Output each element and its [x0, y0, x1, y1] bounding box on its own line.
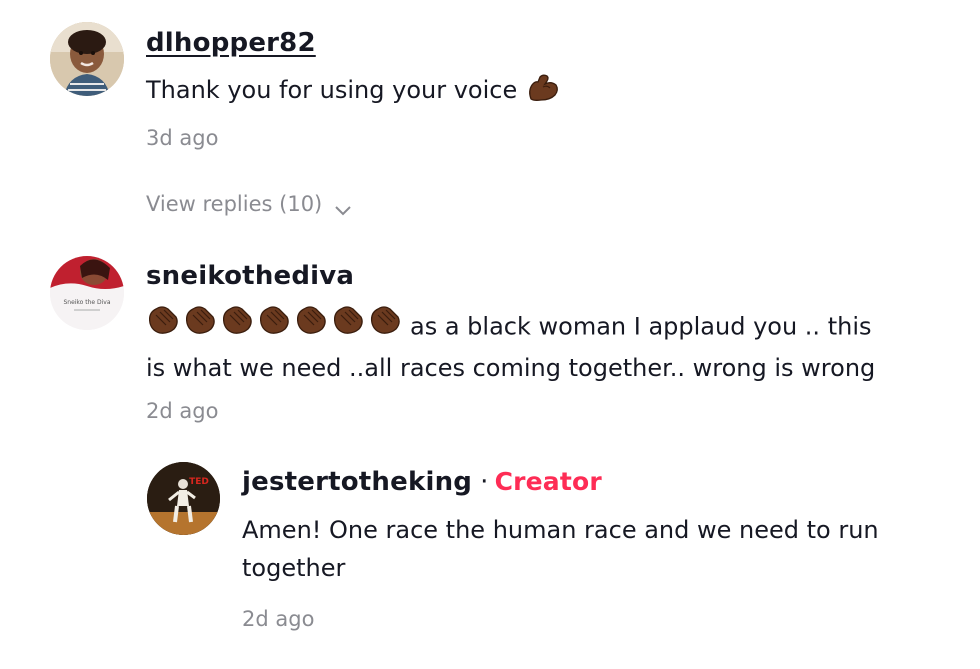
comment-body-line2: is what we need ..all races coming toget… — [146, 354, 876, 382]
comment-body: Thank you for using your voice — [146, 76, 518, 104]
comment-username[interactable]: dlhopper82 — [146, 28, 316, 58]
flexed-biceps-icon — [525, 73, 561, 103]
clapping-hands-icon — [294, 303, 328, 346]
creator-badge: Creator — [494, 467, 602, 496]
avatar-caption: TED — [189, 477, 209, 487]
avatar-image — [50, 22, 124, 96]
avatar-image: TED — [147, 462, 220, 535]
reply-username: jestertotheking · Creator — [242, 467, 602, 497]
avatar-image: Sneiko the Diva — [50, 256, 124, 330]
reply-username-link[interactable]: jestertotheking — [242, 467, 472, 497]
view-replies-label: View replies (10) — [146, 192, 323, 216]
comment-timestamp: 2d ago — [146, 399, 219, 423]
reply-timestamp: 2d ago — [242, 607, 315, 631]
clapping-hands-icon — [220, 303, 254, 346]
reply-body-line1: Amen! One race the human race and we nee… — [242, 516, 879, 544]
comment-text: Thank you for using your voice — [146, 71, 561, 109]
comment-username[interactable]: sneikothediva — [146, 261, 354, 291]
reply-body-line2: together — [242, 554, 346, 582]
avatar[interactable]: TED — [147, 462, 220, 535]
clapping-hands-icon — [146, 303, 180, 346]
separator-dot: · — [480, 467, 489, 497]
comment-text: as a black woman I applaud you .. this i… — [146, 306, 875, 387]
avatar-caption: Sneiko the Diva — [63, 299, 110, 306]
clapping-hands-icon — [368, 303, 402, 346]
comment-timestamp: 3d ago — [146, 126, 219, 150]
clapping-hands-emoji-row — [146, 303, 402, 346]
clapping-hands-icon — [257, 303, 291, 346]
reply-text: Amen! One race the human race and we nee… — [242, 511, 879, 587]
avatar[interactable]: Sneiko the Diva — [50, 256, 124, 330]
avatar[interactable] — [50, 22, 124, 96]
view-replies-button[interactable]: View replies (10) — [146, 192, 352, 216]
clapping-hands-icon — [331, 303, 365, 346]
comment-body-line1: as a black woman I applaud you .. this — [410, 312, 872, 341]
chevron-down-icon — [334, 198, 352, 216]
clapping-hands-icon — [183, 303, 217, 346]
